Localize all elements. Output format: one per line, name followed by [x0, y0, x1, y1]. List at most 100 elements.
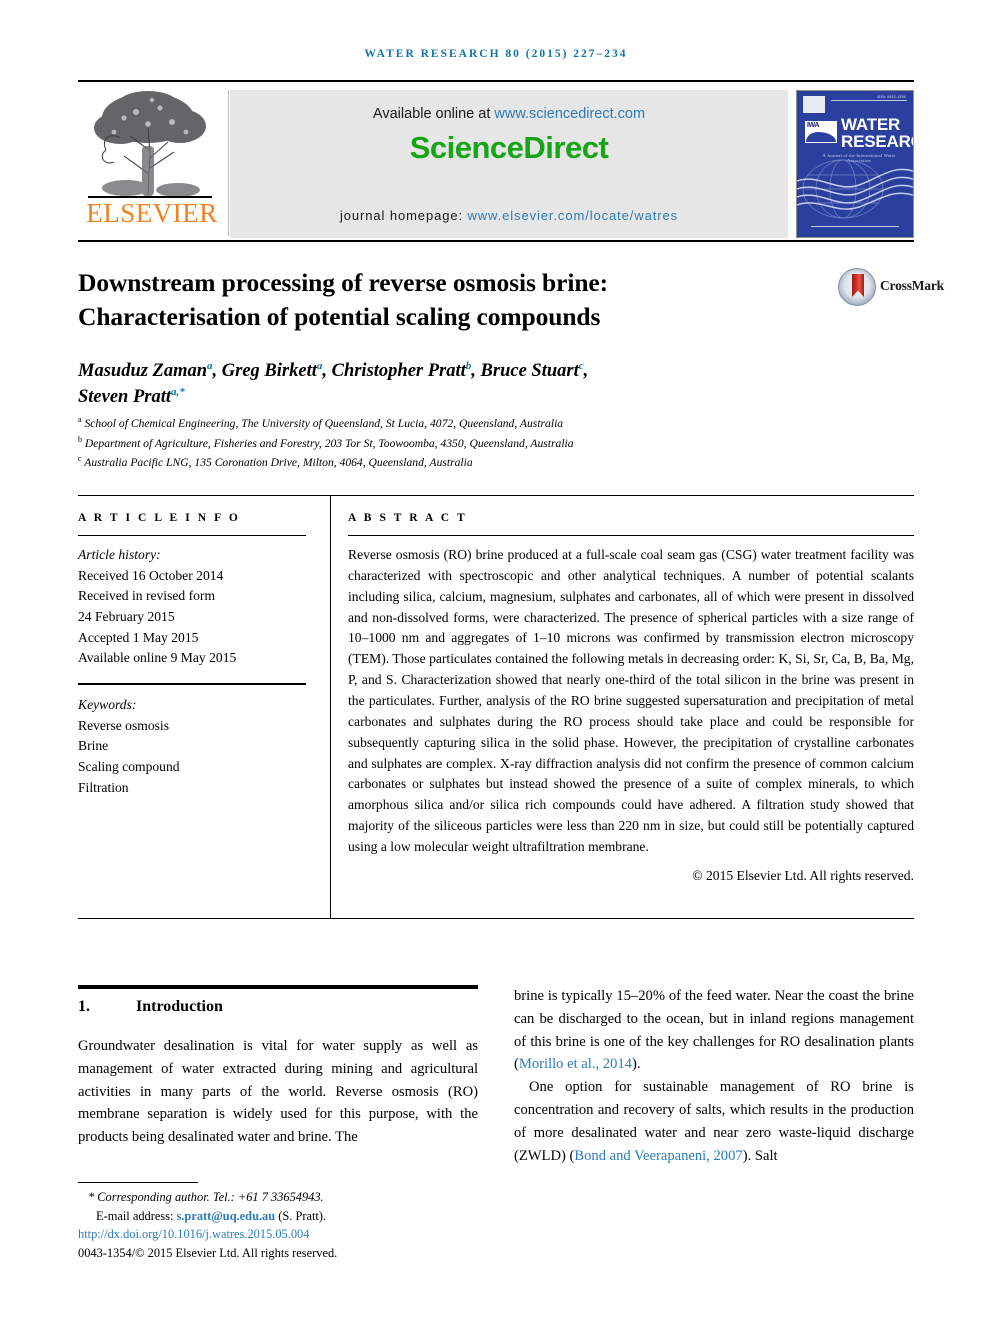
abstract-heading: A B S T R A C T	[348, 512, 468, 524]
history-item: Received 16 October 2014	[78, 567, 224, 583]
info-box-bottom-rule	[78, 918, 914, 919]
affiliation-c-text: Australia Pacific LNG, 135 Coronation Dr…	[84, 456, 473, 470]
article-history-block: Article history: Received 16 October 201…	[78, 545, 306, 669]
keywords-label: Keywords:	[78, 696, 137, 712]
author-2-mark: a	[316, 359, 323, 372]
affiliation-list: a School of Chemical Engineering, The Un…	[78, 414, 898, 473]
iwa-abbrev: IWA	[807, 122, 820, 129]
info-box-top-rule	[78, 495, 914, 496]
masthead-divider	[228, 90, 229, 236]
paragraph-text-after: ). Salt	[742, 1147, 778, 1164]
journal-homepage-url[interactable]: www.elsevier.com/locate/watres	[467, 208, 678, 223]
sciencedirect-url[interactable]: www.sciencedirect.com	[494, 106, 645, 122]
introduction-continued: brine is typically 15–20% of the feed wa…	[514, 985, 914, 1168]
cover-title: WATER RESEARCH	[841, 116, 913, 151]
keyword-item: Scaling compound	[78, 758, 180, 774]
keywords-rule	[78, 682, 306, 685]
affiliation-c: c Australia Pacific LNG, 135 Coronation …	[78, 453, 898, 473]
footnote-block: * Corresponding author. Tel.: +61 7 3365…	[78, 1188, 498, 1262]
history-item: Available online 9 May 2015	[78, 650, 237, 666]
author-2: Greg Birkett	[221, 361, 317, 381]
abstract-copyright: © 2015 Elsevier Ltd. All rights reserved…	[692, 867, 914, 883]
abstract-body: Reverse osmosis (RO) brine produced at a…	[348, 547, 914, 855]
section-title-introduction: 1. Introduction	[78, 998, 478, 1016]
author-4: Bruce Stuart	[480, 361, 579, 381]
author-5: Steven Pratt	[78, 387, 172, 408]
masthead-top-rule	[78, 80, 914, 82]
author-4-mark: c	[578, 359, 584, 372]
cover-corner-mark	[803, 96, 825, 113]
info-abstract-divider	[330, 496, 331, 918]
citation-link[interactable]: Bond and Veerapaneni, 2007	[574, 1148, 742, 1164]
keyword-item: Brine	[78, 738, 109, 754]
abstract-column: A B S T R A C T Reverse osmosis (RO) bri…	[348, 512, 914, 884]
email-label: E-mail address:	[96, 1208, 177, 1223]
article-info-rule	[78, 535, 306, 536]
author-3: Christopher Pratt	[331, 361, 466, 381]
page-title: Downstream processing of reverse osmosis…	[78, 266, 778, 333]
cover-top-rule	[831, 100, 907, 101]
cover-title-line2: RESEARCH	[841, 131, 913, 151]
journal-homepage-prefix: journal homepage:	[339, 208, 468, 223]
affiliation-a: a School of Chemical Engineering, The Un…	[78, 414, 898, 434]
doi-link[interactable]: http://dx.doi.org/10.1016/j.watres.2015.…	[78, 1225, 498, 1244]
crossmark-icon	[838, 268, 876, 306]
sciencedirect-banner: Available online at www.sciencedirect.co…	[230, 90, 788, 238]
affiliation-b-mark: b	[78, 434, 82, 444]
crossmark-badge[interactable]: CrossMark	[838, 268, 944, 320]
affiliation-a-text: School of Chemical Engineering, The Univ…	[84, 416, 564, 430]
elsevier-tree-icon	[94, 91, 206, 197]
iwa-wave-shape	[806, 132, 836, 142]
body-column-left: 1. Introduction Groundwater desalination …	[78, 985, 478, 1149]
paragraph: Groundwater desalination is vital for wa…	[78, 1038, 478, 1146]
article-history-label: Article history:	[78, 547, 161, 562]
section-number: 1.	[78, 998, 90, 1015]
masthead: ELSEVIER Available online at www.science…	[78, 84, 914, 238]
keywords-block: Keywords: Reverse osmosis Brine Scaling …	[78, 695, 306, 798]
body-column-right: brine is typically 15–20% of the feed wa…	[514, 985, 914, 1168]
journal-homepage-line: journal homepage: www.elsevier.com/locat…	[230, 208, 788, 223]
iwa-logo-icon: IWA	[804, 120, 838, 144]
paragraph-text-after: ).	[631, 1056, 641, 1073]
author-1-mark: a	[207, 359, 213, 372]
history-item: Received in revised form	[78, 588, 216, 604]
title-line-1: Downstream processing of reverse osmosis…	[78, 268, 609, 297]
journal-cover-image: ISSN 0043-1354 IWA WATER RESEARCH A Jour…	[796, 90, 914, 238]
keyword-item: Reverse osmosis	[78, 717, 169, 733]
affiliation-a-mark: a	[78, 415, 82, 424]
cover-wave-graphic	[797, 159, 913, 219]
section-name: Introduction	[136, 998, 223, 1015]
elsevier-wordmark: ELSEVIER	[86, 198, 218, 228]
corresponding-author-note: * Corresponding author. Tel.: +61 7 3365…	[88, 1190, 324, 1204]
author-1: Masuduz Zaman	[78, 361, 208, 381]
article-info-heading: A R T I C L E I N F O	[78, 512, 241, 524]
history-item: Accepted 1 May 2015	[78, 629, 199, 645]
available-online-line: Available online at www.sciencedirect.co…	[230, 106, 788, 122]
author-list: Masuduz Zamana, Greg Birketta, Christoph…	[78, 359, 589, 408]
citation-link[interactable]: Morillo et al., 2014	[519, 1056, 632, 1072]
issn-copyright-line: 0043-1354/© 2015 Elsevier Ltd. All right…	[78, 1245, 338, 1260]
paragraph: One option for sustainable management of…	[514, 1076, 914, 1167]
introduction-paragraph-1-left: Groundwater desalination is vital for wa…	[78, 1035, 478, 1149]
cover-issn: ISSN 0043-1354	[876, 95, 906, 99]
author-5-mark: a,*	[171, 386, 185, 399]
email-link[interactable]: s.pratt@uq.edu.au	[177, 1209, 276, 1223]
keyword-item: Filtration	[78, 779, 129, 795]
author-3-mark: b	[465, 359, 472, 372]
available-online-prefix: Available online at	[372, 106, 495, 122]
email-suffix: (S. Pratt).	[275, 1208, 327, 1223]
running-head: WATER RESEARCH 80 (2015) 227–234	[364, 48, 628, 60]
cover-bottom-rule	[811, 226, 899, 227]
paragraph: brine is typically 15–20% of the feed wa…	[514, 985, 914, 1076]
history-item: 24 February 2015	[78, 608, 175, 624]
article-info-column: A R T I C L E I N F O Article history: R…	[78, 512, 306, 798]
journal-article-page: WATER RESEARCH 80 (2015) 227–234 ELSEVIE…	[0, 0, 992, 1323]
masthead-bottom-rule	[78, 240, 914, 242]
abstract-rule	[348, 535, 914, 536]
affiliation-b-text: Department of Agriculture, Fisheries and…	[84, 436, 574, 450]
affiliation-c-mark: c	[78, 454, 82, 464]
title-line-2: Characterisation of potential scaling co…	[78, 301, 601, 331]
sciencedirect-wordmark: ScienceDirect	[409, 130, 609, 165]
elsevier-logo: ELSEVIER	[78, 84, 226, 238]
crossmark-label: CrossMark	[880, 278, 944, 293]
